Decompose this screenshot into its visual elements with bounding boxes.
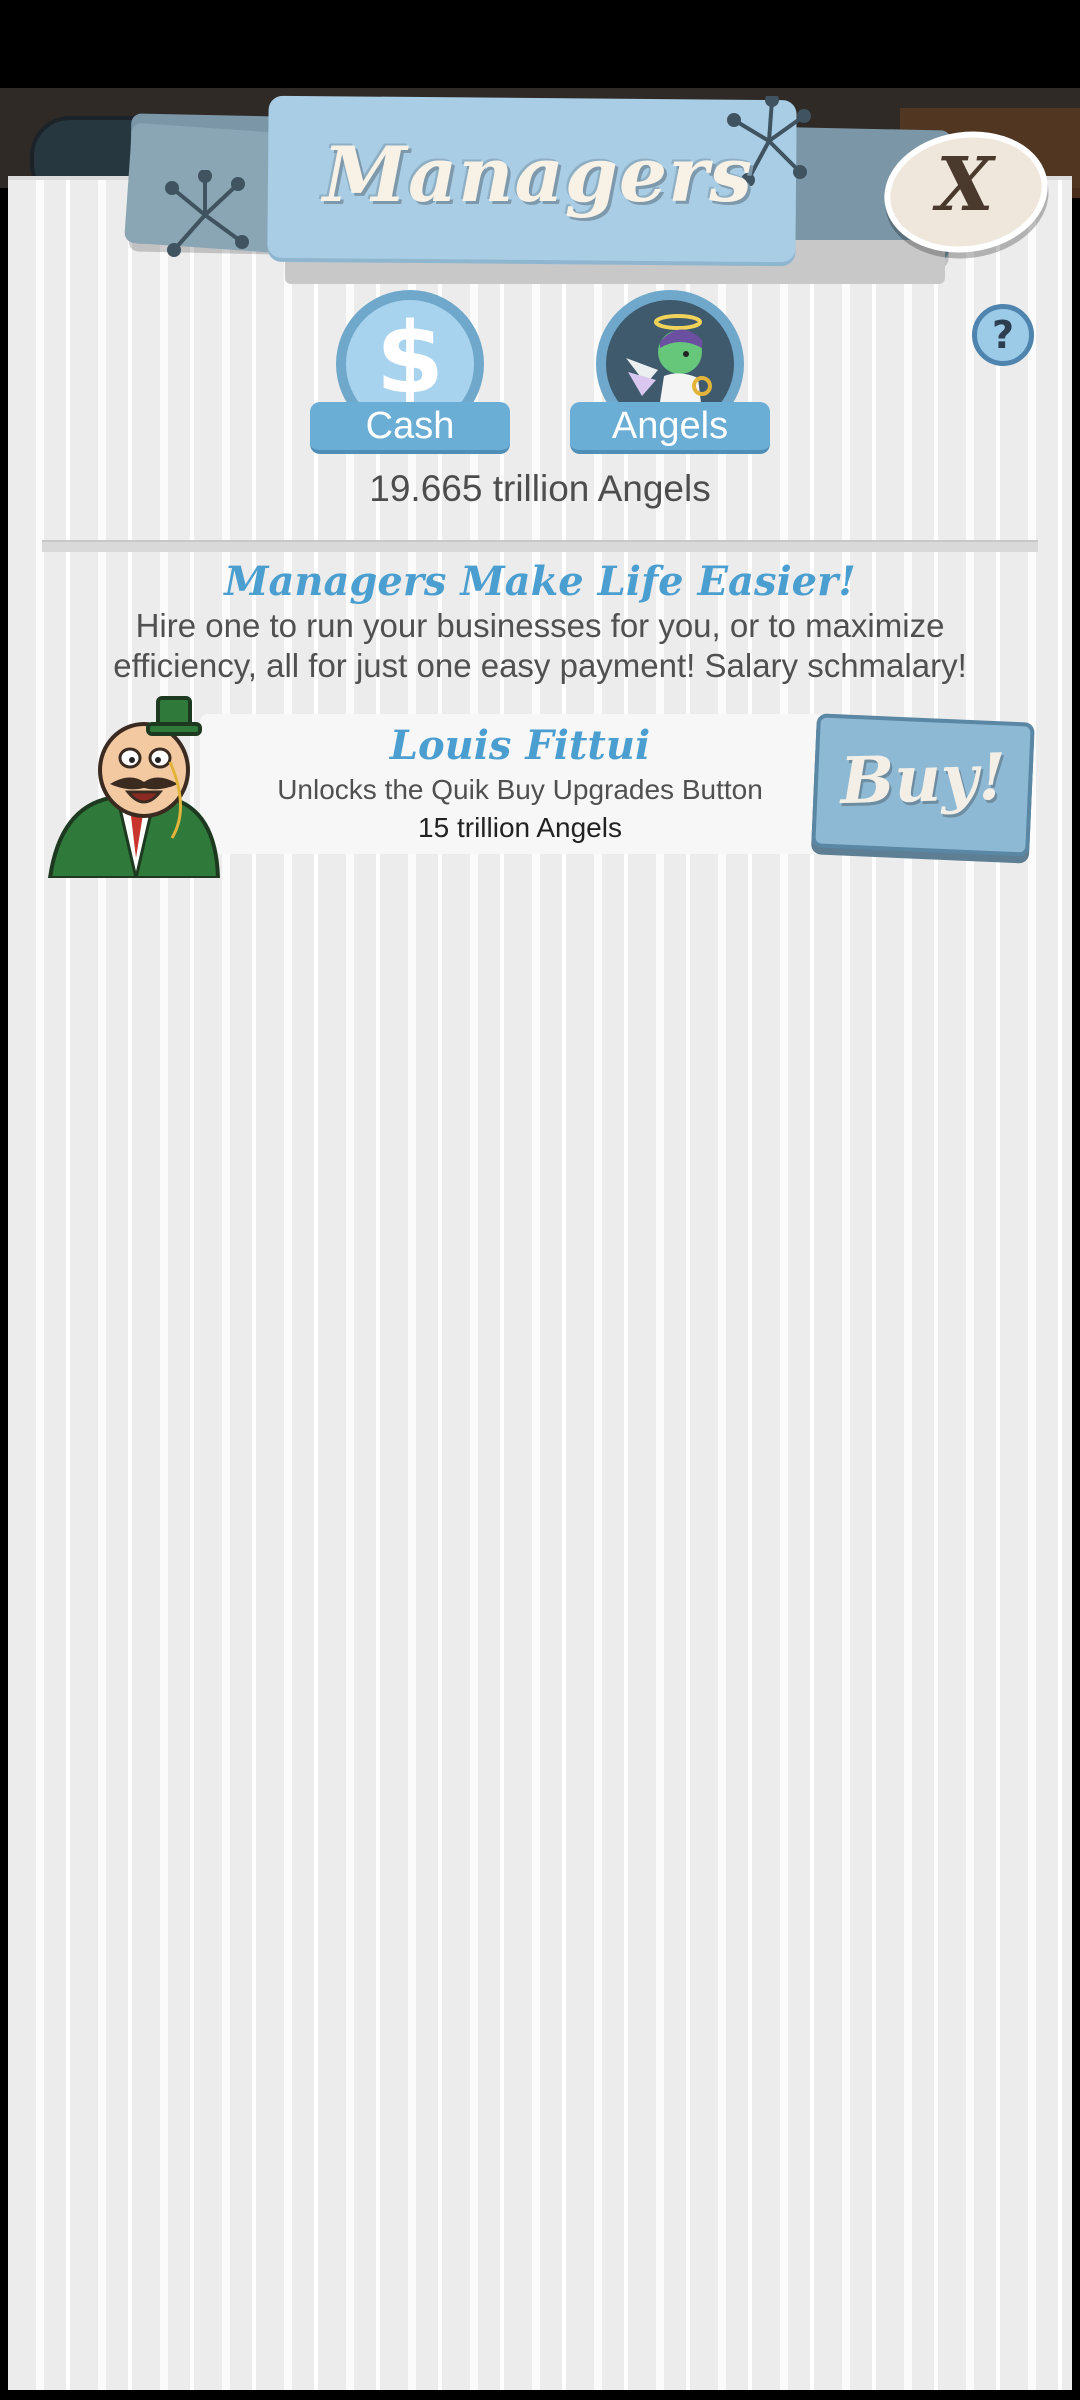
dollar-icon: $ bbox=[375, 302, 445, 416]
manager-description: Unlocks the Quik Buy Upgrades Button bbox=[277, 774, 763, 805]
tab-cash[interactable]: $ Cash bbox=[310, 290, 510, 454]
manager-card: Louis Fittui Unlocks the Quik Buy Upgrad… bbox=[200, 714, 840, 854]
managers-screen: Managers X $ Cash Angels ? 19.665 trilli… bbox=[0, 0, 1080, 2400]
angels-balance: 19.665 trillion Angels bbox=[369, 468, 711, 509]
sparkle-icon bbox=[165, 170, 249, 257]
close-icon: X bbox=[936, 142, 994, 229]
section-description: Hire one to run your businesses for you,… bbox=[113, 607, 967, 684]
manager-cost: 15 trillion Angels bbox=[418, 812, 622, 843]
manager-avatar bbox=[47, 696, 221, 878]
divider bbox=[42, 540, 1038, 552]
tab-label-cash: Cash bbox=[310, 402, 510, 454]
buy-button[interactable]: Buy! bbox=[811, 713, 1035, 857]
tab-label-angels: Angels bbox=[570, 402, 770, 454]
manager-name: Louis Fittui bbox=[389, 722, 651, 769]
help-button[interactable]: ? bbox=[972, 304, 1034, 366]
tab-angels[interactable]: Angels bbox=[570, 290, 770, 454]
buy-button-label: Buy! bbox=[839, 739, 1008, 820]
section-title: Managers Make Life Easier! bbox=[224, 558, 856, 605]
page-title: Managers bbox=[322, 130, 754, 219]
